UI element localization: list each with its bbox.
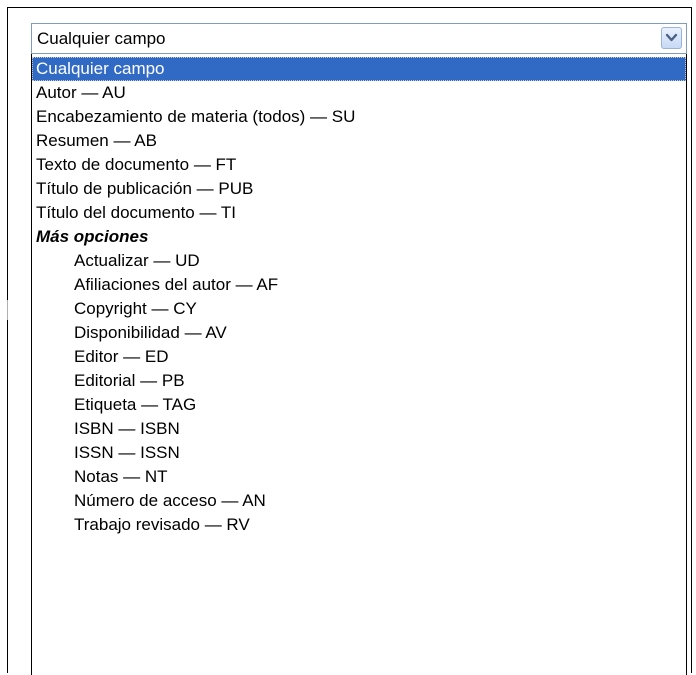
option-cualquier-campo[interactable]: Cualquier campo [32,57,686,81]
option-label: Notas — NT [74,467,168,486]
select-current-value: Cualquier campo [37,29,166,48]
option-autor[interactable]: Autor — AU [32,81,686,105]
option-label: Disponibilidad — AV [74,323,227,342]
option-titulo-documento[interactable]: Título del documento — TI [32,201,686,225]
option-label: Número de acceso — AN [74,491,266,510]
option-label: Encabezamiento de materia (todos) — SU [36,107,356,126]
option-label: Título del documento — TI [36,203,237,222]
option-label: ISBN — ISBN [74,419,180,438]
chevron-down-icon[interactable] [661,27,682,49]
optgroup-label: Más opciones [36,227,149,246]
optgroup-mas-opciones: Más opciones [32,225,686,249]
option-encabezamiento[interactable]: Encabezamiento de materia (todos) — SU [32,105,686,129]
option-trabajo-revisado[interactable]: Trabajo revisado — RV [32,513,686,537]
option-label: Autor — AU [36,83,126,102]
option-isbn[interactable]: ISBN — ISBN [32,417,686,441]
dropdown-list: Cualquier campo Autor — AU Encabezamient… [31,54,687,675]
option-copyright[interactable]: Copyright — CY [32,297,686,321]
option-label: Editor — ED [74,347,169,366]
option-label: Editorial — PB [74,371,185,390]
option-titulo-publicacion[interactable]: Título de publicación — PUB [32,177,686,201]
option-numero-acceso[interactable]: Número de acceso — AN [32,489,686,513]
option-notas[interactable]: Notas — NT [32,465,686,489]
option-label: Resumen — AB [36,131,157,150]
option-label: Cualquier campo [36,59,165,78]
option-label: Afiliaciones del autor — AF [74,275,279,294]
option-issn[interactable]: ISSN — ISSN [32,441,686,465]
option-actualizar[interactable]: Actualizar — UD [32,249,686,273]
option-label: ISSN — ISSN [74,443,180,462]
option-label: Trabajo revisado — RV [74,515,250,534]
option-label: Texto de documento — FT [36,155,237,174]
option-label: Título de publicación — PUB [36,179,254,198]
option-label: Etiqueta — TAG [74,395,197,414]
option-resumen[interactable]: Resumen — AB [32,129,686,153]
option-afiliaciones[interactable]: Afiliaciones del autor — AF [32,273,686,297]
option-editor[interactable]: Editor — ED [32,345,686,369]
option-label: Actualizar — UD [74,251,200,270]
option-label: Copyright — CY [74,299,197,318]
option-etiqueta[interactable]: Etiqueta — TAG [32,393,686,417]
option-editorial[interactable]: Editorial — PB [32,369,686,393]
option-texto[interactable]: Texto de documento — FT [32,153,686,177]
frame-divider [7,300,8,320]
search-field-select[interactable]: Cualquier campo [31,23,687,54]
option-disponibilidad[interactable]: Disponibilidad — AV [32,321,686,345]
